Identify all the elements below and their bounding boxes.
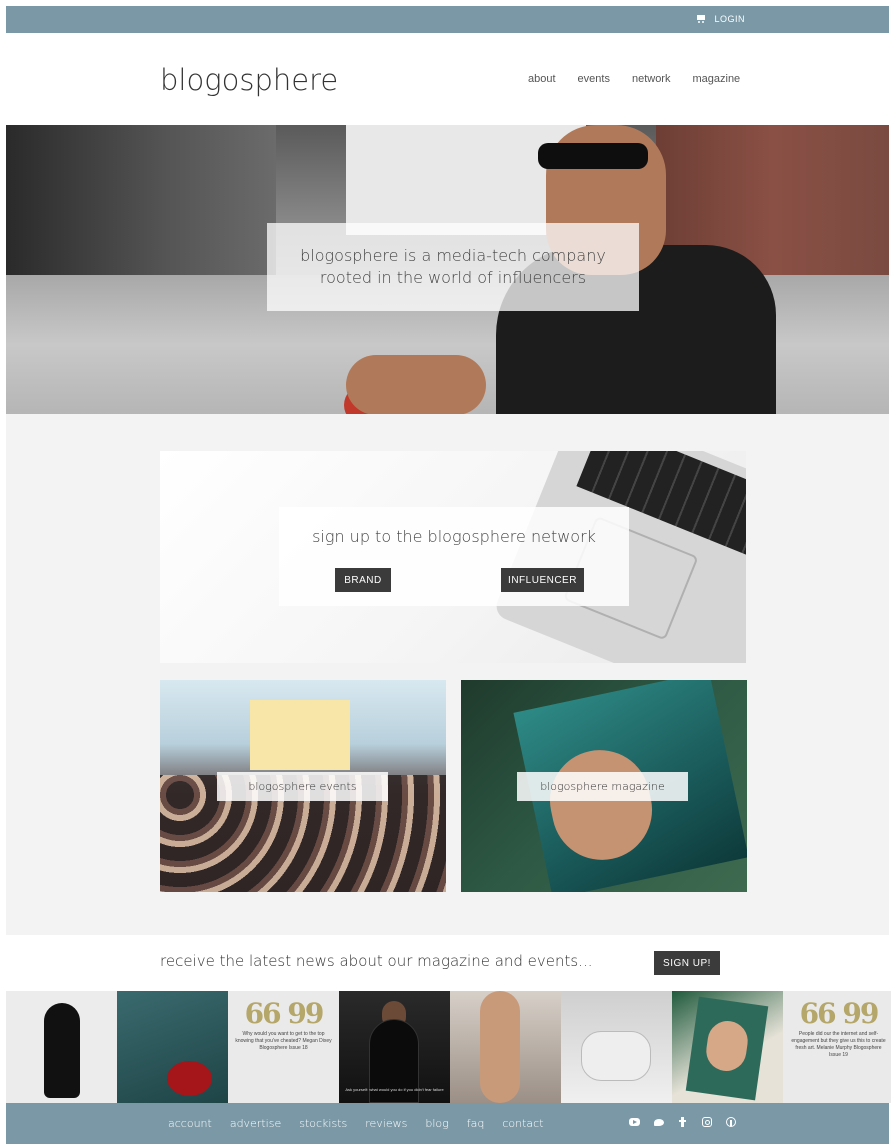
portrait-caption: Ask yourself: what would you do if you d… — [345, 1087, 444, 1092]
events-stage-image — [250, 700, 350, 770]
quote-text: People did our the internet and self-eng… — [791, 1031, 886, 1058]
login-link[interactable]: LOGIN — [696, 14, 745, 24]
footer-link-account[interactable]: account — [168, 1117, 212, 1130]
model-figure — [480, 991, 520, 1103]
hero-person-arm — [346, 355, 486, 414]
newsletter-text: receive the latest news about our magazi… — [160, 952, 593, 970]
facebook-icon[interactable] — [678, 1117, 688, 1127]
footer-link-advertise[interactable]: advertise — [230, 1117, 281, 1130]
cart-icon[interactable] — [696, 15, 706, 23]
social-links — [629, 1117, 736, 1127]
pinterest-icon[interactable] — [726, 1117, 736, 1127]
influencer-button[interactable]: INFLUENCER — [501, 568, 584, 592]
magazine-tile-label[interactable]: blogosphere magazine — [517, 772, 688, 801]
twitter-icon[interactable] — [654, 1117, 664, 1127]
nav-about[interactable]: about — [528, 73, 556, 85]
site-logo[interactable]: blogosphere — [160, 63, 338, 97]
instagram-icon[interactable] — [702, 1117, 712, 1127]
footer-links: account advertise stockists reviews blog… — [168, 1117, 544, 1130]
strip-image-magazine-roses[interactable] — [117, 991, 228, 1103]
signup-button[interactable]: SIGN UP! — [654, 951, 720, 975]
nav-events[interactable]: events — [578, 73, 610, 85]
strip-image-model-bed[interactable] — [561, 991, 672, 1103]
hero-banner: blogosphere is a media-tech company root… — [6, 125, 889, 414]
youtube-icon[interactable] — [629, 1118, 640, 1126]
rose-image — [167, 1061, 212, 1096]
image-strip: 66 99 Why would you want to get to the t… — [6, 991, 891, 1103]
nav-magazine[interactable]: magazine — [692, 73, 740, 85]
magazine-tile[interactable]: blogosphere magazine — [461, 680, 747, 892]
model-figure — [581, 1031, 651, 1081]
footer-link-contact[interactable]: contact — [502, 1117, 543, 1130]
nav-network[interactable]: network — [632, 73, 671, 85]
strip-image-portrait[interactable]: Ask yourself: what would you do if you d… — [339, 991, 450, 1103]
footer-link-faq[interactable]: faq — [467, 1117, 485, 1130]
footer-link-reviews[interactable]: reviews — [365, 1117, 407, 1130]
brand-button[interactable]: BRAND — [335, 568, 391, 592]
strip-image-model-black-dress[interactable] — [6, 991, 117, 1103]
quote-icon: 66 99 — [244, 997, 325, 1030]
strip-quote-2[interactable]: 66 99 People did our the internet and se… — [783, 991, 891, 1103]
signup-title: sign up to the blogosphere network — [312, 527, 596, 546]
model-figure — [44, 1003, 80, 1098]
quote-text: Why would you want to get to the top kno… — [235, 1031, 332, 1051]
newsletter-bar: receive the latest news about our magazi… — [0, 935, 891, 991]
site-footer: account advertise stockists reviews blog… — [6, 1103, 889, 1144]
hero-caption: blogosphere is a media-tech company root… — [267, 223, 639, 311]
top-bar: LOGIN — [6, 6, 889, 33]
strip-image-model-redhead[interactable] — [450, 991, 561, 1103]
events-tile[interactable]: blogosphere events — [160, 680, 446, 892]
footer-link-blog[interactable]: blog — [425, 1117, 448, 1130]
login-label[interactable]: LOGIN — [714, 14, 745, 24]
quote-icon: 66 99 — [799, 997, 880, 1030]
site-header: blogosphere about events network magazin… — [0, 33, 891, 125]
main-nav: about events network magazine — [528, 73, 740, 85]
strip-image-magazine-cover[interactable] — [672, 991, 783, 1103]
signup-box: sign up to the blogosphere network BRAND… — [279, 507, 629, 606]
hero-person-sunglasses — [538, 143, 648, 169]
footer-link-stockists[interactable]: stockists — [299, 1117, 347, 1130]
strip-quote-1[interactable]: 66 99 Why would you want to get to the t… — [228, 991, 339, 1103]
events-tile-label[interactable]: blogosphere events — [217, 772, 388, 801]
hero-background-wall — [6, 125, 276, 275]
